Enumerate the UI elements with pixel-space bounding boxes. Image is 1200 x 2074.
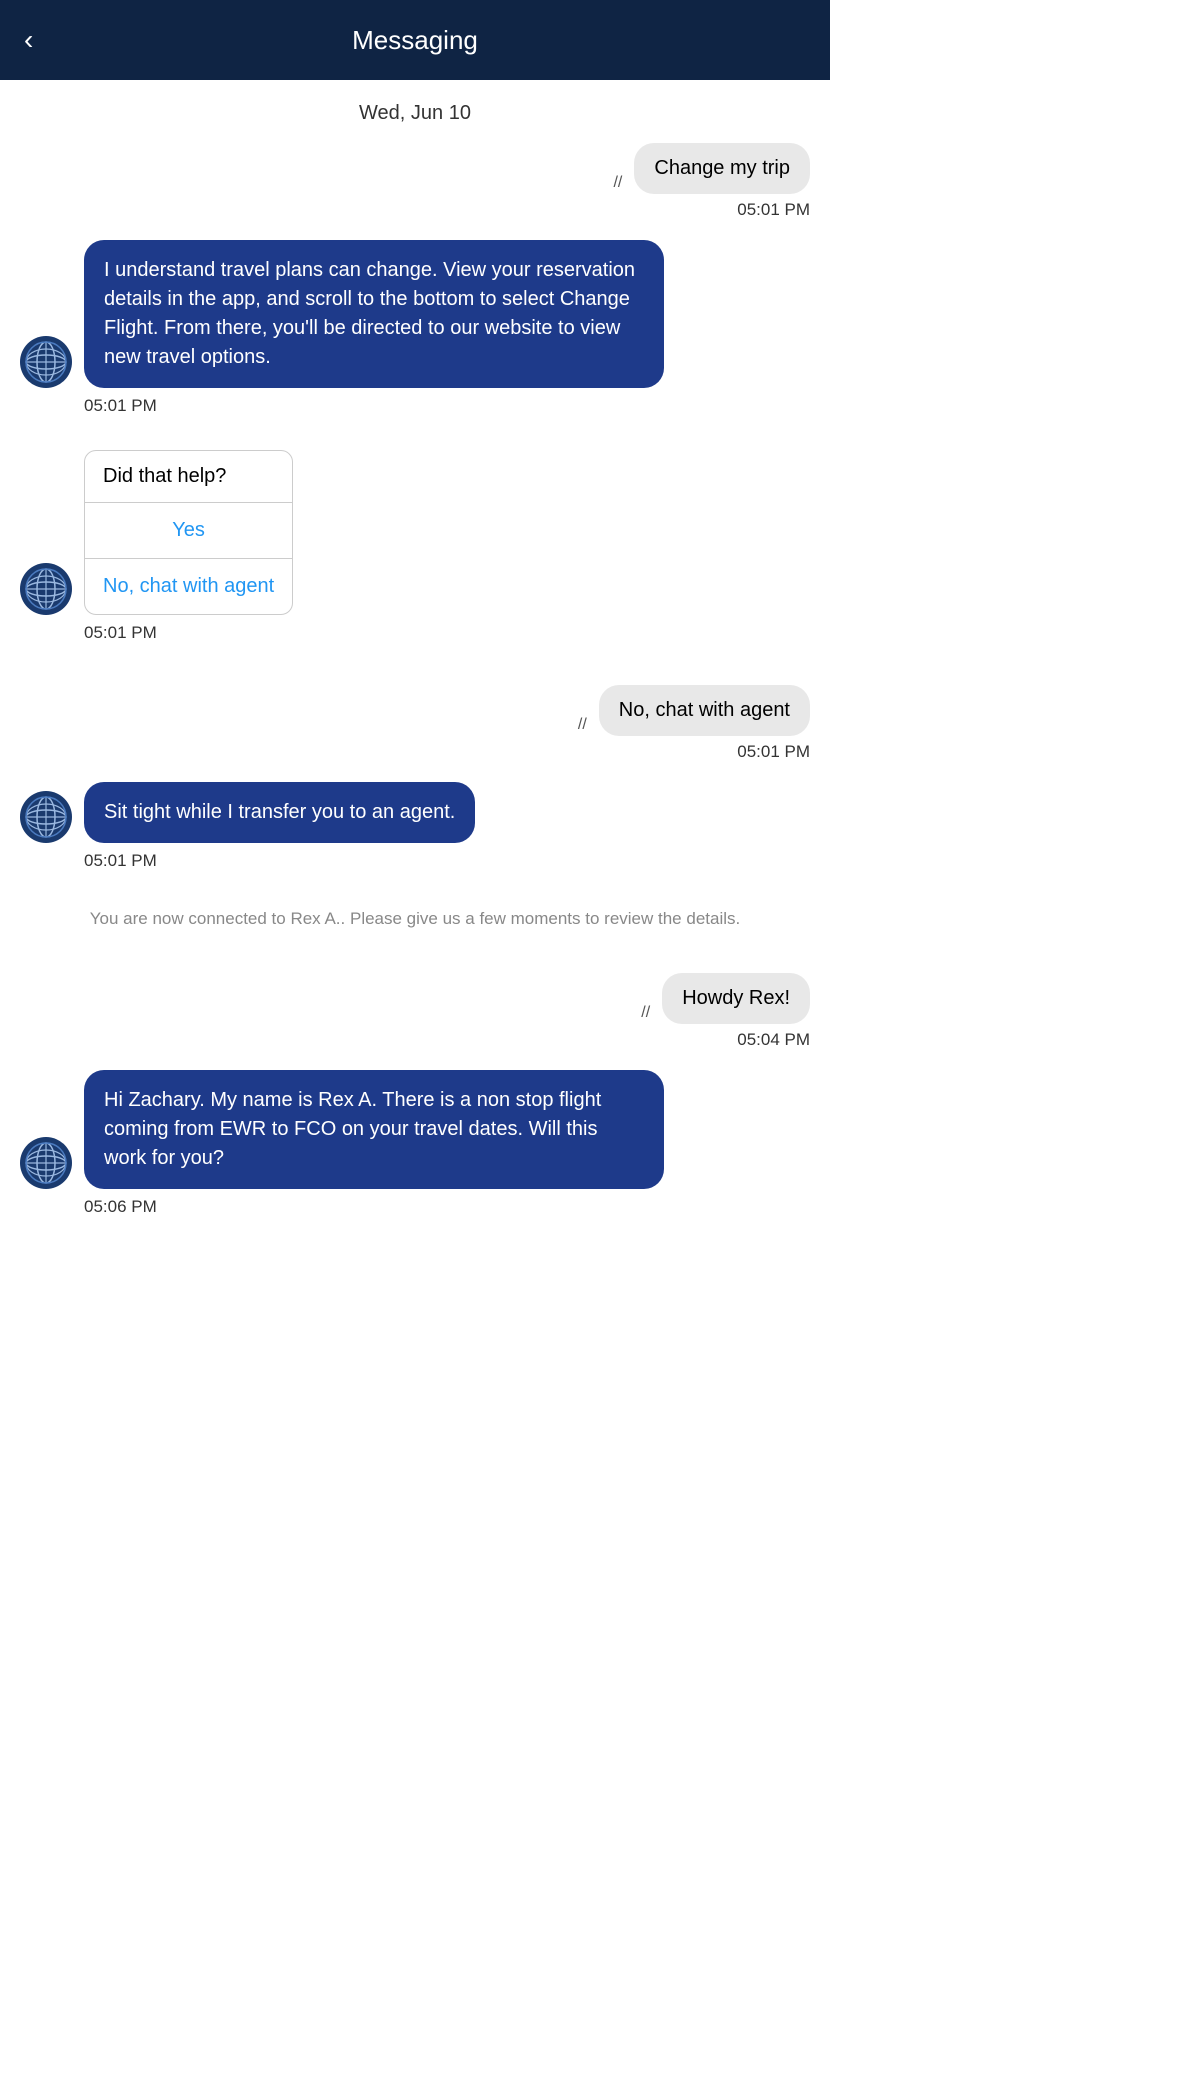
bot-avatar [20,791,72,843]
bot-bubble: I understand travel plans can change. Vi… [84,240,664,388]
globe-icon [24,795,68,839]
globe-icon [24,340,68,384]
message-row: Did that help? Yes No, chat with agent 0… [20,450,810,643]
message-time: 05:01 PM [84,851,157,871]
system-message: You are now connected to Rex A.. Please … [20,893,810,945]
bot-bubble: Sit tight while I transfer you to an age… [84,782,475,843]
globe-icon [24,1141,68,1185]
message-text: Sit tight while I transfer you to an age… [104,801,455,823]
header: ‹ Messaging [0,0,830,80]
back-button[interactable]: ‹ [24,24,33,56]
message-text: No, chat with agent [619,699,790,721]
read-receipt: // [613,174,622,192]
message-row: Hi Zachary. My name is Rex A. There is a… [20,1070,810,1217]
message-time: 05:01 PM [84,623,157,643]
message-row: Sit tight while I transfer you to an age… [20,782,810,871]
user-bubble: Change my trip [634,143,810,194]
message-time: 05:01 PM [737,742,810,762]
globe-icon [24,567,68,611]
card-option-no-chat[interactable]: No, chat with agent [85,559,292,614]
date-separator: Wed, Jun 10 [0,80,830,143]
bot-bubble: Hi Zachary. My name is Rex A. There is a… [84,1070,664,1189]
message-text: Howdy Rex! [682,987,790,1009]
message-text: I understand travel plans can change. Vi… [104,259,635,368]
read-receipt: // [641,1004,650,1022]
header-title: Messaging [24,25,806,56]
bot-avatar [20,1137,72,1189]
message-row: // Howdy Rex! 05:04 PM [20,973,810,1050]
bot-card-bubble: Did that help? Yes No, chat with agent [84,450,293,615]
bot-avatar [20,563,72,615]
read-receipt: // [578,716,587,734]
user-bubble: Howdy Rex! [662,973,810,1024]
message-time: 05:01 PM [84,396,157,416]
message-row: // No, chat with agent 05:01 PM [20,685,810,762]
messages-container: // Change my trip 05:01 PM [0,143,830,1259]
message-time: 05:06 PM [84,1197,157,1217]
user-bubble: No, chat with agent [599,685,810,736]
message-row: I understand travel plans can change. Vi… [20,240,810,416]
message-row: // Change my trip 05:01 PM [20,143,810,220]
message-time: 05:01 PM [737,200,810,220]
card-option-yes[interactable]: Yes [85,503,292,559]
bot-avatar [20,336,72,388]
message-time: 05:04 PM [737,1030,810,1050]
message-text: Change my trip [654,157,790,179]
card-question: Did that help? [85,451,292,503]
message-text: Hi Zachary. My name is Rex A. There is a… [104,1089,601,1169]
